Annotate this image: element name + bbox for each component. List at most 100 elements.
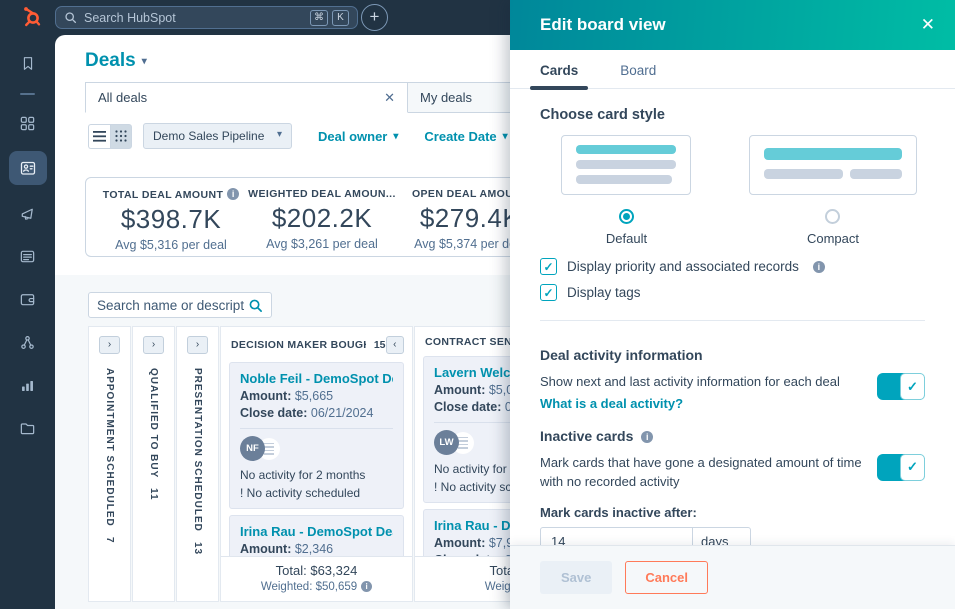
column-label: PRESENTATION SCHEDULED: [192, 368, 203, 532]
avatar[interactable]: NF: [240, 436, 265, 461]
panel-tabs: Cards Board: [510, 50, 955, 89]
stat-weighted-deal-amount: WEIGHTED DEAL AMOUN... $202.2K Avg $3,26…: [244, 188, 400, 256]
column-decision-maker-bought: DECISION MAKER BOUGHT... 15 ‹ Noble Feil…: [220, 326, 413, 602]
board-view-button[interactable]: [110, 124, 132, 149]
column-title: CONTRACT SENT: [425, 336, 519, 348]
view-toggle: [88, 124, 132, 149]
chevron-down-icon: [393, 131, 398, 142]
keyboard-shortcut-badge: ⌘ K: [310, 10, 349, 26]
deal-card[interactable]: Irina Rau - DemoSpot Deal Amount: $2,346…: [229, 515, 404, 556]
info-icon[interactable]: [227, 188, 239, 200]
expand-column-button[interactable]: ›: [187, 336, 208, 354]
panel-title: Edit board view: [540, 15, 921, 35]
column-total: Total: $63,324: [221, 563, 412, 578]
compact-card-preview: [749, 135, 917, 195]
data-folder-icon[interactable]: [9, 413, 47, 443]
page-title[interactable]: Deals: [85, 50, 147, 72]
apps-grid-icon[interactable]: [9, 108, 47, 138]
board-toolbar: Demo Sales Pipeline Deal owner Create Da…: [88, 123, 508, 149]
default-card-preview: [561, 135, 691, 195]
inactive-cards-heading: Inactive cards: [540, 428, 925, 444]
column-count: 13: [192, 542, 203, 555]
board-view-icon: [115, 130, 127, 142]
deal-title-link[interactable]: Irina Rau - DemoSpot Deal: [240, 524, 393, 539]
save-button[interactable]: Save: [540, 561, 612, 594]
chevron-down-icon: [503, 131, 508, 142]
mark-inactive-after-label: Mark cards inactive after:: [540, 505, 925, 520]
search-icon: [248, 298, 263, 313]
hubspot-logo-icon[interactable]: [18, 6, 42, 30]
inactive-days-input[interactable]: [540, 527, 693, 545]
panel-header: Edit board view: [510, 0, 955, 50]
checkbox-checked[interactable]: [540, 284, 557, 301]
choose-card-style-heading: Choose card style: [540, 107, 925, 123]
checkbox-checked[interactable]: [540, 258, 557, 275]
activity-toggle-on[interactable]: [877, 373, 925, 400]
list-view-button[interactable]: [88, 124, 110, 149]
edit-board-view-panel: Edit board view Cards Board Choose card …: [510, 0, 955, 609]
board-search-placeholder: Search name or descript: [97, 298, 248, 313]
activity-toggle-row: Show next and last activity information …: [540, 373, 925, 411]
card-style-default-option[interactable]: Default: [540, 135, 713, 246]
bookmark-icon[interactable]: [9, 48, 47, 78]
search-icon: [64, 11, 77, 24]
card-style-compact-option[interactable]: Compact: [741, 135, 925, 246]
deal-activity-heading: Deal activity information: [540, 347, 925, 363]
info-icon[interactable]: [813, 261, 825, 273]
activity-warning: ! No activity scheduled: [240, 486, 393, 500]
column-title: DECISION MAKER BOUGHT...: [231, 339, 366, 351]
tab-board[interactable]: Board: [620, 63, 656, 88]
column-weighted: Weighted: $50,659: [261, 581, 357, 593]
radio-default-selected[interactable]: [619, 209, 634, 224]
chevron-down-icon: [277, 129, 282, 140]
deal-activity-help-link[interactable]: What is a deal activity?: [540, 396, 870, 411]
avatar[interactable]: LW: [434, 430, 459, 455]
cancel-button[interactable]: Cancel: [625, 561, 708, 594]
expand-column-button[interactable]: ›: [143, 336, 164, 354]
inactive-unit-select[interactable]: days: [693, 527, 751, 545]
display-tags-option: Display tags: [540, 284, 925, 301]
inactive-toggle-row: Mark cards that have gone a designated a…: [540, 454, 925, 492]
create-new-button[interactable]: [361, 4, 388, 31]
radio-compact-unselected[interactable]: [825, 209, 840, 224]
section-divider: [540, 320, 925, 321]
close-tab-icon[interactable]: [384, 90, 395, 106]
content-inbox-icon[interactable]: [9, 241, 47, 271]
info-icon[interactable]: [361, 581, 372, 592]
column-count: 11: [148, 488, 159, 501]
deal-title-link[interactable]: Noble Feil - DemoSpot Deal: [240, 371, 393, 386]
search-placeholder: Search HubSpot: [84, 11, 303, 25]
column-presentation-scheduled: › PRESENTATION SCHEDULED 13: [176, 326, 219, 602]
close-icon[interactable]: [921, 15, 935, 35]
tab-all-deals[interactable]: All deals: [85, 82, 408, 113]
list-view-icon: [93, 131, 106, 142]
left-navigation-sidebar: [0, 35, 55, 609]
deal-owner-filter[interactable]: Deal owner: [318, 129, 398, 144]
board-search-input[interactable]: Search name or descript: [88, 292, 272, 318]
column-count: 7: [104, 537, 115, 544]
collapse-column-button[interactable]: ‹: [386, 336, 404, 354]
panel-footer: Save Cancel: [510, 545, 955, 609]
global-search-input[interactable]: Search HubSpot ⌘ K: [55, 6, 358, 29]
tab-cards[interactable]: Cards: [540, 63, 578, 88]
deal-card[interactable]: Noble Feil - DemoSpot Deal Amount: $5,66…: [229, 362, 404, 509]
create-date-filter[interactable]: Create Date: [424, 129, 507, 144]
column-label: APPOINTMENT SCHEDULED: [104, 368, 115, 527]
panel-body: Choose card style Default: [510, 90, 955, 545]
automations-icon[interactable]: [9, 327, 47, 357]
chevron-down-icon: [142, 56, 147, 67]
pipeline-select[interactable]: Demo Sales Pipeline: [143, 123, 292, 149]
crm-contacts-icon-active[interactable]: [9, 151, 47, 185]
marketing-megaphone-icon[interactable]: [9, 198, 47, 228]
info-icon[interactable]: [641, 431, 653, 443]
column-label: QUALIFIED TO BUY: [148, 368, 159, 478]
inactive-toggle-on[interactable]: [877, 454, 925, 481]
expand-column-button[interactable]: ›: [99, 336, 120, 354]
reporting-icon[interactable]: [9, 370, 47, 400]
column-appointment-scheduled: › APPOINTMENT SCHEDULED 7: [88, 326, 131, 602]
display-priority-option: Display priority and associated records: [540, 258, 925, 275]
column-count: 15: [374, 339, 386, 351]
commerce-wallet-icon[interactable]: [9, 284, 47, 314]
card-style-options: Default Compact: [540, 135, 925, 246]
activity-status: No activity for 2 months: [240, 468, 393, 482]
